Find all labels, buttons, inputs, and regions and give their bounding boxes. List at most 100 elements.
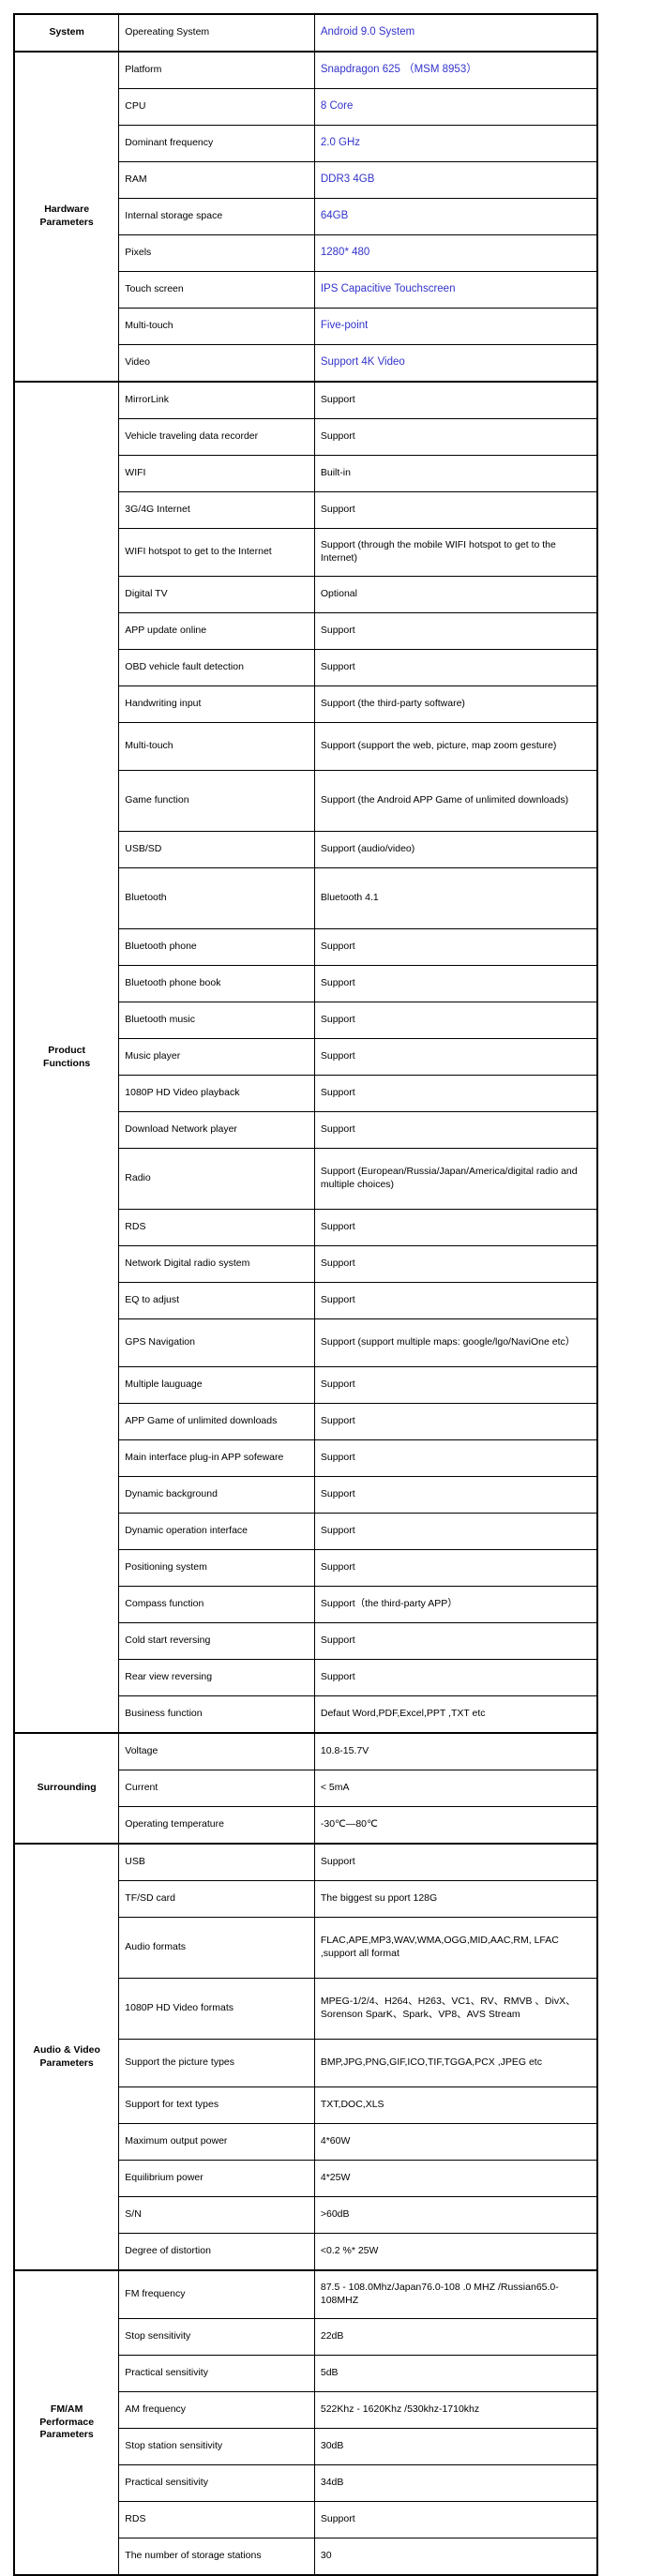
section-group-label: Surrounding xyxy=(13,1732,120,1845)
spec-item-label: 3G/4G Internet xyxy=(118,491,315,529)
spec-item-label: Main interface plug-in APP sofeware xyxy=(118,1439,315,1477)
spec-item-label: AM frequency xyxy=(118,2391,315,2429)
spec-item-label: Bluetooth phone book xyxy=(118,965,315,1002)
spec-item-value: 8 Core xyxy=(313,88,598,126)
spec-item-value: Support xyxy=(313,1245,598,1283)
spec-item-value: Support xyxy=(313,1366,598,1404)
spec-item-label: Bluetooth music xyxy=(118,1002,315,1039)
spec-item-label: Support for text types xyxy=(118,2086,315,2124)
spec-item-label: Network Digital radio system xyxy=(118,1245,315,1283)
spec-item-value: Support (European/Russia/Japan/America/d… xyxy=(313,1148,598,1210)
spec-item-label: Opereating System xyxy=(118,13,315,53)
spec-item-label: Music player xyxy=(118,1038,315,1076)
spec-item-label: Dominant frequency xyxy=(118,125,315,162)
spec-item-value: 64GB xyxy=(313,198,598,235)
spec-item-value: Support xyxy=(313,928,598,966)
spec-item-value: 5dB xyxy=(313,2355,598,2392)
table-row: Product Functions MirrorLink Support xyxy=(13,381,598,1734)
spec-item-label: Multiple lauguage xyxy=(118,1366,315,1404)
spec-item-value: Support xyxy=(313,1622,598,1660)
spec-item-value: Support (support the web, picture, map z… xyxy=(313,722,598,771)
spec-item-label: Positioning system xyxy=(118,1549,315,1587)
spec-item-value: 10.8-15.7V xyxy=(313,1732,598,1770)
table-row: Surrounding Voltage 10.8-15.7V xyxy=(13,1732,598,1845)
spec-item-label: Voltage xyxy=(118,1732,315,1770)
spec-item-label: Multi-touch xyxy=(118,308,315,345)
spec-item-value: The biggest su pport 128G xyxy=(313,1880,598,1918)
spec-item-value: Snapdragon 625 （MSM 8953） xyxy=(313,51,598,89)
specification-table-body: System Opereating System Android 9.0 Syste… xyxy=(13,13,598,2576)
spec-item-value: Support (through the mobile WIFI hotspot… xyxy=(313,528,598,577)
spec-item-value: Defaut Word,PDF,Excel,PPT ,TXT etc xyxy=(313,1695,598,1734)
spec-item-value: Support xyxy=(313,1843,598,1881)
spec-item-value: <0.2 %* 25W xyxy=(313,2233,598,2271)
section-group-label: System xyxy=(13,13,120,53)
spec-item-label: Degree of distortion xyxy=(118,2233,315,2271)
spec-item-value: Support xyxy=(313,1075,598,1112)
spec-item-value: 87.5 - 108.0Mhz/Japan76.0-108 .0 MHZ /Ru… xyxy=(313,2269,598,2319)
spec-item-value: 4*60W xyxy=(313,2123,598,2161)
spec-item-value: 1280* 480 xyxy=(313,234,598,272)
spec-item-value: Support xyxy=(313,1439,598,1477)
table-row: System Opereating System Android 9.0 Syste… xyxy=(13,13,598,53)
spec-item-label: CPU xyxy=(118,88,315,126)
spec-item-value: 522Khz - 1620Khz /530khz-1710khz xyxy=(313,2391,598,2429)
section-group-label: Product Functions xyxy=(13,381,120,1734)
spec-item-value: Optional xyxy=(313,576,598,613)
spec-item-label: TF/SD card xyxy=(118,1880,315,1918)
spec-item-value: Bluetooth 4.1 xyxy=(313,867,598,929)
spec-item-value: Android 9.0 System xyxy=(313,13,598,53)
spec-item-label: Digital TV xyxy=(118,576,315,613)
spec-item-value: Support (audio/video) xyxy=(313,831,598,868)
spec-item-label: Vehicle traveling data recorder xyxy=(118,418,315,456)
spec-item-value: Support 4K Video xyxy=(313,344,598,383)
spec-item-label: Cold start reversing xyxy=(118,1622,315,1660)
spec-item-label: Maximum output power xyxy=(118,2123,315,2161)
spec-item-value: 30 xyxy=(313,2538,598,2576)
spec-item-value: Support (the third-party software) xyxy=(313,685,598,723)
spec-item-label: 1080P HD Video playback xyxy=(118,1075,315,1112)
spec-item-label: RDS xyxy=(118,1209,315,1246)
spec-item-value: Support xyxy=(313,1549,598,1587)
spec-item-label: Handwriting input xyxy=(118,685,315,723)
spec-item-value: Support xyxy=(313,1209,598,1246)
spec-item-value: 2.0 GHz xyxy=(313,125,598,162)
spec-item-value: Support (support multiple maps: google/l… xyxy=(313,1318,598,1367)
spec-item-label: Dynamic background xyxy=(118,1476,315,1514)
spec-item-value: 4*25W xyxy=(313,2160,598,2197)
spec-item-value: 30dB xyxy=(313,2428,598,2465)
section-group-label: Audio & Video Parameters xyxy=(13,1843,120,2271)
spec-item-label: APP update online xyxy=(118,612,315,650)
spec-item-value: Support xyxy=(313,612,598,650)
spec-item-label: Pixels xyxy=(118,234,315,272)
spec-item-label: Game function xyxy=(118,770,315,832)
table-row: Audio & Video Parameters USB Support xyxy=(13,1843,598,2271)
spec-item-value: Support (the Android APP Game of unlimit… xyxy=(313,770,598,832)
spec-item-value: Support xyxy=(313,418,598,456)
spec-item-value: -30℃—80℃ xyxy=(313,1806,598,1845)
specification-sheet: System Opereating System Android 9.0 Syste… xyxy=(0,0,663,2576)
specification-table: System Opereating System Android 9.0 Syste… xyxy=(13,13,598,2576)
spec-item-label: Platform xyxy=(118,51,315,89)
spec-item-value: BMP,JPG,PNG,GIF,ICO,TIF,TGGA,PCX ,JPEG e… xyxy=(313,2039,598,2087)
spec-item-label: Touch screen xyxy=(118,271,315,309)
spec-item-value: Support xyxy=(313,381,598,419)
spec-item-label: WIFI hotspot to get to the Internet xyxy=(118,528,315,577)
spec-item-label: Video xyxy=(118,344,315,383)
spec-item-label: Stop station sensitivity xyxy=(118,2428,315,2465)
spec-item-value: MPEG-1/2/4、H264、H263、VC1、RV、RMVB 、DivX、S… xyxy=(313,1978,598,2040)
spec-item-label: Support the picture types xyxy=(118,2039,315,2087)
spec-item-label: Internal storage space xyxy=(118,198,315,235)
spec-item-label: APP Game of unlimited downloads xyxy=(118,1403,315,1440)
spec-item-label: Compass function xyxy=(118,1586,315,1623)
spec-item-label: EQ to adjust xyxy=(118,1282,315,1319)
spec-item-value: Support xyxy=(313,1111,598,1149)
spec-item-label: WIFI xyxy=(118,455,315,492)
spec-item-label: USB xyxy=(118,1843,315,1881)
spec-item-value: Support xyxy=(313,965,598,1002)
spec-item-label: Practical sensitivity xyxy=(118,2464,315,2502)
spec-item-value: Support xyxy=(313,1513,598,1550)
spec-item-label: Equilibrium power xyxy=(118,2160,315,2197)
spec-item-label: Bluetooth xyxy=(118,867,315,929)
spec-item-value: Support xyxy=(313,2501,598,2538)
